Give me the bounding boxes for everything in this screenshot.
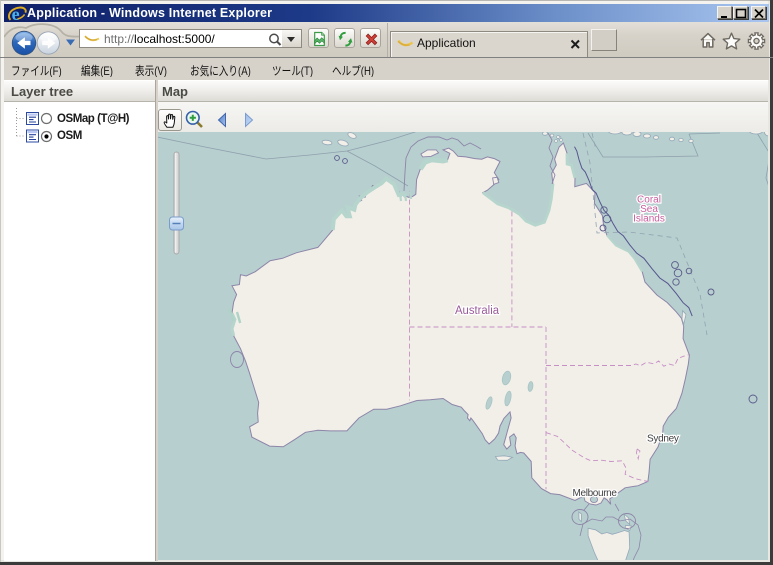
svg-text:Islands: Islands [633,214,665,225]
svg-text:Melbourne: Melbourne [573,488,618,499]
svg-text:Australia: Australia [455,305,500,317]
svg-text:Sydney: Sydney [647,434,679,445]
